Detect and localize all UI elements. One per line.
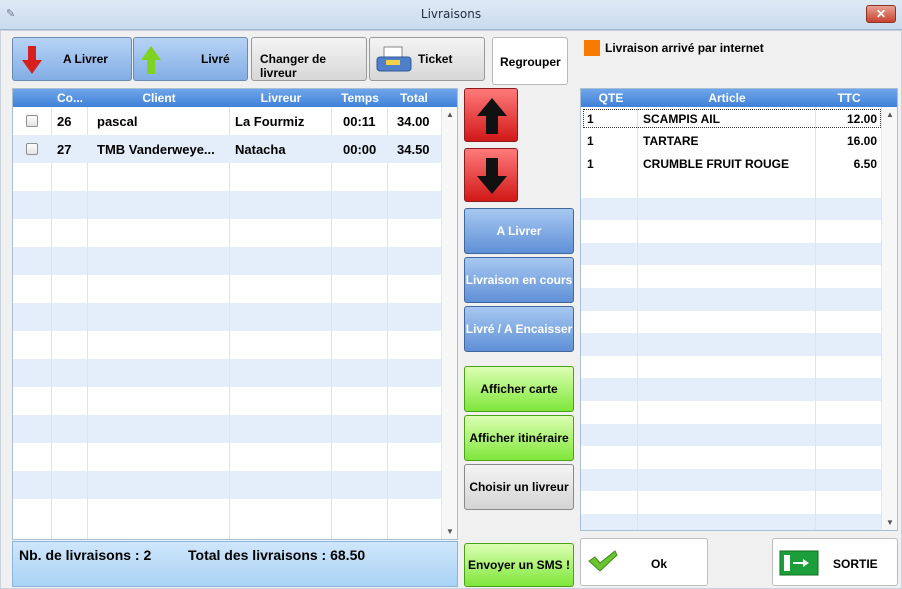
cell-livreur: Natacha (235, 142, 286, 157)
cell-co: 27 (57, 142, 72, 157)
a-livrer-button[interactable]: A Livrer (12, 37, 132, 81)
col-temps[interactable]: Temps (333, 91, 387, 105)
table-row[interactable]: 1 SCAMPIS AIL 12.00 (581, 108, 881, 128)
scroll-down-icon[interactable]: ▼ (886, 518, 894, 527)
col-livreur[interactable]: Livreur (231, 91, 331, 105)
cell-qte: 1 (587, 157, 594, 171)
envoyer-sms-button[interactable]: Envoyer un SMS ! (464, 543, 574, 587)
table-row[interactable]: 1 CRUMBLE FRUIT ROUGE 6.50 (581, 153, 881, 175)
cell-qte: 1 (587, 134, 594, 148)
livre-label: Livré (201, 52, 230, 66)
cell-ttc: 16.00 (846, 134, 877, 148)
scroll-up-icon[interactable]: ▲ (446, 110, 454, 119)
arrow-down-icon (477, 158, 507, 194)
col-total[interactable]: Total (389, 91, 439, 105)
cell-temps: 00:11 (343, 114, 376, 129)
a-livrer-label: A Livrer (63, 52, 108, 66)
table-row[interactable]: 27 TMB Vanderweye... Natacha 00:00 34.50 (13, 135, 441, 163)
col-client[interactable]: Client (89, 91, 229, 105)
a-livrer-filter-button[interactable]: A Livrer (464, 208, 574, 254)
col-qte[interactable]: QTE (583, 91, 639, 105)
livre-a-encaisser-button[interactable]: Livré / A Encaisser (464, 306, 574, 352)
livraison-en-cours-button[interactable]: Livraison en cours (464, 257, 574, 303)
cell-temps: 00:00 (343, 142, 377, 157)
col-ttc[interactable]: TTC (817, 91, 881, 105)
scroll-up-icon[interactable]: ▲ (886, 110, 894, 119)
afficher-carte-button[interactable]: Afficher carte (464, 366, 574, 412)
changer-livreur-label: Changer de livreur (260, 52, 327, 80)
ok-button[interactable]: Ok (580, 538, 708, 586)
afficher-itineraire-button[interactable]: Afficher itinéraire (464, 415, 574, 461)
exit-icon (779, 550, 819, 576)
arrow-up-icon (477, 98, 507, 134)
ticket-label: Ticket (418, 52, 453, 66)
cell-client: pascal (97, 114, 138, 129)
checkmark-icon (588, 550, 618, 572)
cell-ttc: 6.50 (853, 157, 877, 171)
move-down-button[interactable] (464, 148, 518, 202)
window-title: Livraisons (420, 7, 482, 21)
cell-article: SCAMPIS AIL (643, 112, 720, 126)
row-checkbox[interactable] (26, 115, 38, 127)
articles-table[interactable]: QTE Article TTC 1 SCAMPIS AIL 12.00 1 TA… (580, 88, 898, 531)
title-bar: ✎ Livraisons ✕ (0, 0, 902, 30)
summary-bar: Nb. de livraisons : 2 Total des livraiso… (12, 541, 458, 587)
articles-header: QTE Article TTC (581, 89, 897, 107)
total-livraisons: Total des livraisons : 68.50 (188, 547, 366, 563)
cell-article: CRUMBLE FRUIT ROUGE (643, 157, 789, 171)
close-icon[interactable]: ✕ (866, 5, 896, 23)
regrouper-label: Regrouper (500, 55, 561, 69)
arrow-down-icon (22, 46, 42, 74)
cell-total: 34.00 (397, 114, 430, 129)
cell-client: TMB Vanderweye... (97, 142, 215, 157)
choisir-livreur-button[interactable]: Choisir un livreur (464, 464, 574, 510)
col-article[interactable]: Article (639, 91, 815, 105)
cell-co: 26 (57, 114, 72, 129)
regrouper-button[interactable]: Regrouper (492, 37, 568, 85)
arrow-up-icon (141, 46, 161, 74)
nb-livraisons: Nb. de livraisons : 2 (19, 547, 152, 563)
printer-icon (376, 46, 412, 72)
scroll-down-icon[interactable]: ▼ (446, 527, 454, 536)
ok-label: Ok (651, 557, 668, 571)
deliveries-table[interactable]: Co... Client Livreur Temps Total 26 pasc… (12, 88, 458, 540)
sortie-button[interactable]: SORTIE (772, 538, 898, 586)
col-co[interactable]: Co... (53, 91, 87, 105)
cell-total: 34.50 (397, 142, 430, 157)
legend-label: Livraison arrivé par internet (605, 41, 764, 55)
row-checkbox[interactable] (26, 143, 38, 155)
livre-button[interactable]: Livré (133, 37, 248, 81)
cell-livreur: La Fourmiz (235, 114, 305, 129)
articles-scrollbar[interactable]: ▲ ▼ (881, 107, 897, 530)
cell-article: TARTARE (643, 134, 699, 148)
deliveries-header: Co... Client Livreur Temps Total (13, 89, 457, 107)
sortie-label: SORTIE (833, 557, 878, 571)
changer-livreur-button[interactable]: Changer de livreur (251, 37, 367, 81)
legend-swatch (584, 40, 600, 56)
cell-qte: 1 (587, 112, 594, 126)
table-row[interactable]: 1 TARTARE 16.00 (581, 130, 881, 152)
cell-ttc: 12.00 (846, 112, 877, 126)
ticket-button[interactable]: Ticket (369, 37, 485, 81)
table-row[interactable]: 26 pascal La Fourmiz 00:11 34.00 (13, 107, 441, 135)
deliveries-scrollbar[interactable]: ▲ ▼ (441, 107, 457, 539)
move-up-button[interactable] (464, 88, 518, 142)
